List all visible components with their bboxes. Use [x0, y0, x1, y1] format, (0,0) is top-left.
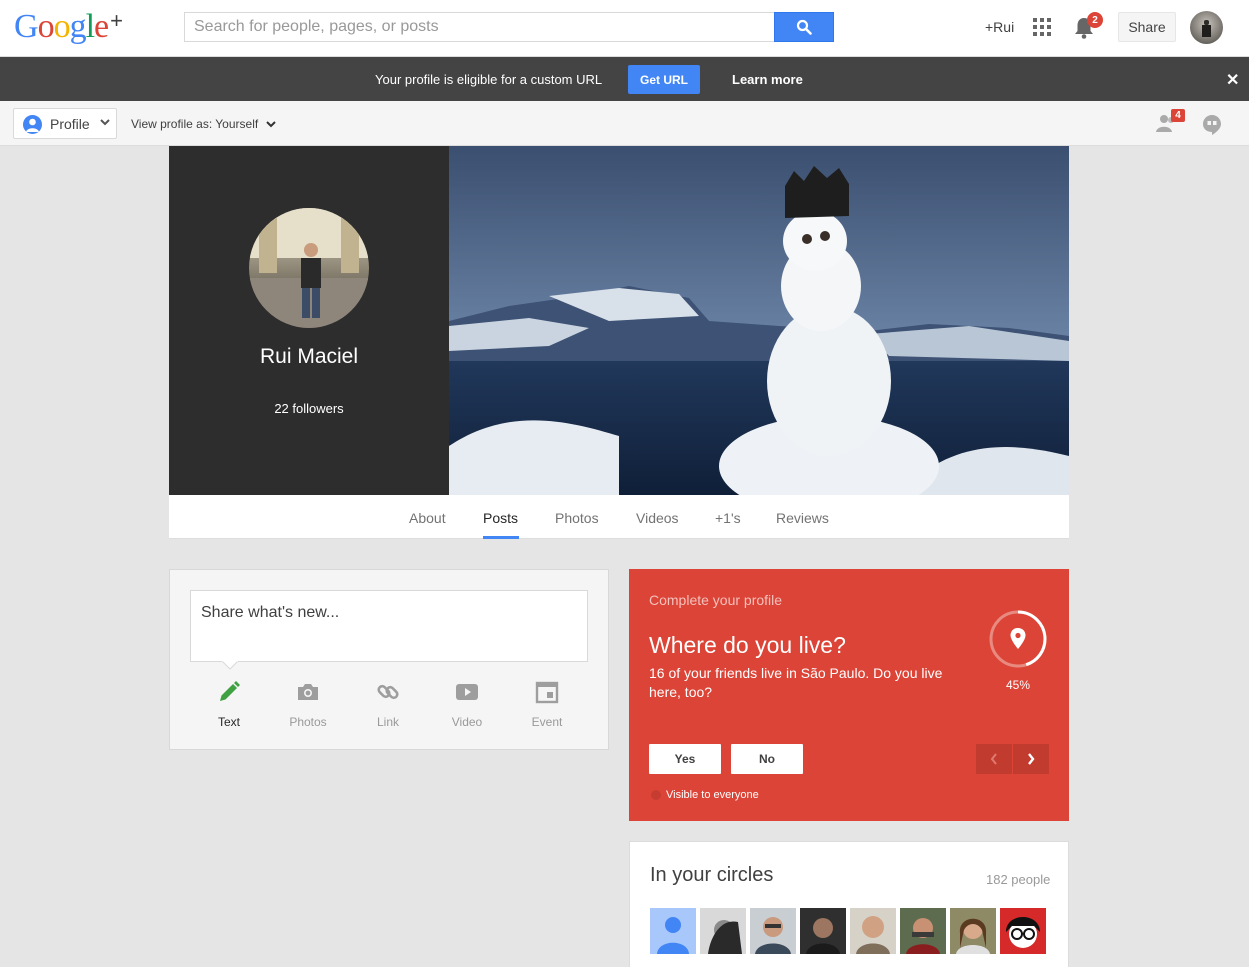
search-button[interactable] [774, 12, 834, 42]
share-option-label: Photos [289, 715, 327, 729]
chevron-left-icon [990, 753, 997, 765]
cover-photo[interactable] [449, 146, 1069, 495]
logo-letter: g [69, 8, 87, 45]
tab-plus-ones[interactable]: +1's [715, 510, 741, 526]
learn-more-link[interactable]: Learn more [732, 72, 803, 87]
progress-percent: 45% [1005, 678, 1031, 692]
share-option-label: Video [451, 715, 483, 729]
tab-videos[interactable]: Videos [636, 510, 679, 526]
view-profile-as-dropdown[interactable]: View profile as: Yourself [131, 117, 258, 131]
circle-member-avatar[interactable] [800, 908, 846, 954]
circle-member-avatar[interactable] [950, 908, 996, 954]
share-text-option[interactable]: Text [199, 680, 259, 729]
get-url-button[interactable]: Get URL [628, 65, 700, 94]
share-link-option[interactable]: Link [358, 680, 418, 729]
yes-button[interactable]: Yes [649, 744, 721, 774]
hangouts-icon[interactable] [1203, 115, 1221, 140]
no-button[interactable]: No [731, 744, 803, 774]
close-icon[interactable]: ✕ [1226, 70, 1239, 90]
chevron-down-icon[interactable] [266, 121, 276, 128]
globe-icon [651, 790, 661, 800]
apps-grid-icon[interactable] [1033, 18, 1051, 36]
circle-member-avatar[interactable] [900, 908, 946, 954]
logo-letter: G [14, 8, 39, 45]
active-tab-indicator [483, 536, 519, 539]
tab-about[interactable]: About [409, 510, 446, 526]
person-icon [23, 115, 42, 134]
share-option-label: Link [376, 715, 399, 729]
location-pin-icon [1010, 628, 1026, 649]
notice-text: Your profile is eligible for a custom UR… [375, 72, 603, 87]
profile-name: Rui Maciel [259, 345, 359, 368]
card-kicker: Complete your profile [649, 592, 783, 608]
visibility-text: Visible to everyone [666, 789, 759, 801]
circles-title: In your circles [650, 864, 774, 886]
logo-letter: e [94, 8, 109, 45]
previous-button[interactable] [976, 744, 1012, 774]
followers-count[interactable]: 22 followers [169, 401, 449, 416]
tab-photos[interactable]: Photos [555, 510, 599, 526]
custom-url-notice-bar [0, 57, 1249, 101]
profile-photo[interactable] [249, 208, 369, 328]
circles-count[interactable]: 182 people [986, 872, 1050, 887]
circle-member-avatar[interactable] [700, 908, 746, 954]
notification-count-badge[interactable]: 2 [1087, 12, 1103, 28]
account-avatar[interactable] [1190, 11, 1223, 44]
progress-ring [989, 610, 1047, 668]
share-photos-option[interactable]: Photos [278, 680, 338, 729]
circle-member-avatar[interactable] [750, 908, 796, 954]
visibility-note: Visible to everyone [650, 789, 759, 801]
event-icon [535, 681, 559, 704]
google-plus-logo[interactable]: Google+ [14, 8, 123, 48]
profile-dropdown[interactable]: Profile [13, 108, 117, 139]
logo-letter: o [37, 8, 55, 45]
share-option-label: Event [531, 715, 563, 729]
circle-member-avatar[interactable] [650, 908, 696, 954]
share-event-option[interactable]: Event [517, 680, 577, 729]
tab-posts[interactable]: Posts [483, 510, 518, 526]
search-icon [796, 19, 812, 35]
share-button[interactable]: Share [1118, 12, 1176, 42]
share-input-caret [222, 661, 238, 670]
chevron-right-icon [1028, 753, 1035, 765]
profile-tabs: About Posts Photos Videos +1's Reviews [169, 495, 1069, 539]
tab-reviews[interactable]: Reviews [776, 510, 829, 526]
pencil-icon [220, 681, 240, 701]
share-video-option[interactable]: Video [437, 680, 497, 729]
logo-letter: + [110, 8, 123, 33]
link-icon [377, 684, 399, 700]
card-title: Where do you live? [649, 632, 846, 658]
next-button[interactable] [1013, 744, 1049, 774]
camera-icon [298, 684, 318, 700]
card-body: 16 of your friends live in São Paulo. Do… [649, 665, 943, 700]
circle-member-avatar[interactable] [1000, 908, 1046, 954]
profile-dropdown-label: Profile [50, 116, 90, 132]
video-icon [456, 684, 478, 700]
chevron-down-icon [100, 119, 110, 126]
circle-member-avatar[interactable] [850, 908, 896, 954]
logo-letter: l [85, 8, 96, 45]
logo-letter: o [53, 8, 71, 45]
search-box [184, 12, 774, 42]
share-option-label: Text [217, 715, 240, 729]
profile-link[interactable]: +Rui [985, 19, 1014, 35]
share-input[interactable]: Share what's new... [190, 590, 588, 662]
search-input[interactable] [185, 13, 774, 41]
people-count-badge[interactable]: 4 [1171, 109, 1185, 122]
